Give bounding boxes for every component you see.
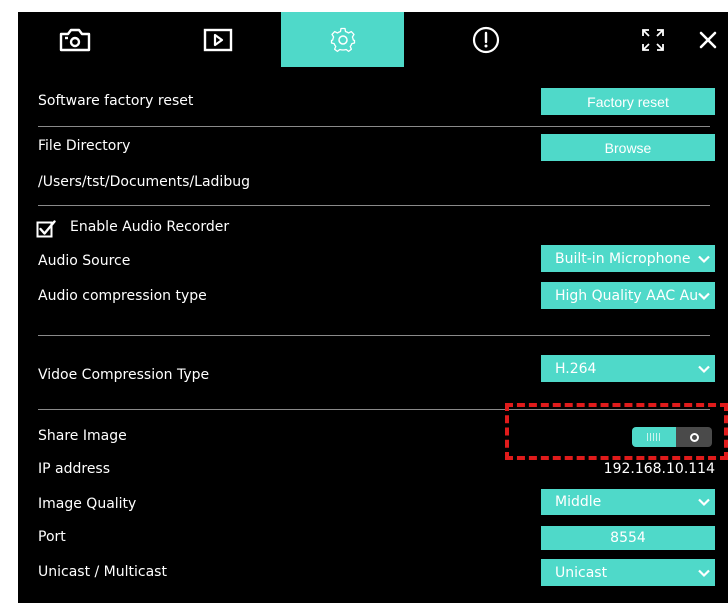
- off-ring-icon: [689, 432, 699, 442]
- fullscreen-button[interactable]: [633, 12, 673, 67]
- audio-compression-select[interactable]: High Quality AAC Au: [541, 282, 715, 309]
- divider: [38, 409, 710, 410]
- close-button[interactable]: [690, 12, 726, 67]
- audio-compression-label: Audio compression type: [38, 288, 207, 304]
- video-compression-select[interactable]: H.264: [541, 355, 715, 382]
- chevron-down-icon: [698, 498, 710, 507]
- video-compression-value: H.264: [555, 360, 597, 377]
- settings-panel: Software factory reset Factory reset Fil…: [18, 12, 728, 603]
- alert-icon: [472, 26, 500, 53]
- ip-address-label: IP address: [38, 461, 111, 477]
- factory-reset-button[interactable]: Factory reset: [541, 88, 715, 115]
- image-quality-label: Image Quality: [38, 496, 137, 512]
- grip-icon: [647, 433, 661, 441]
- tab-bar: [18, 12, 728, 67]
- cast-mode-select[interactable]: Unicast: [541, 559, 715, 586]
- toggle-off-segment: [676, 427, 712, 447]
- toggle-on-segment: [632, 427, 676, 447]
- factory-reset-label: Software factory reset: [38, 93, 194, 109]
- tab-camera[interactable]: [40, 12, 110, 67]
- file-directory-label: File Directory: [38, 138, 131, 154]
- audio-recorder-label: Enable Audio Recorder: [70, 219, 230, 235]
- port-label: Port: [38, 529, 66, 545]
- image-quality-select[interactable]: Middle: [541, 489, 715, 515]
- image-quality-value: Middle: [555, 494, 602, 510]
- chevron-down-icon: [698, 292, 710, 300]
- ip-address-value: 192.168.10.114: [603, 461, 715, 477]
- audio-recorder-checkbox[interactable]: [36, 219, 56, 239]
- browse-button[interactable]: Browse: [541, 134, 715, 161]
- tab-playback[interactable]: [183, 12, 253, 67]
- divider: [38, 335, 710, 336]
- file-directory-path: /Users/tst/Documents/Ladibug: [38, 174, 250, 190]
- chevron-down-icon: [698, 569, 710, 577]
- chevron-down-icon: [698, 255, 710, 263]
- chevron-down-icon: [698, 365, 710, 373]
- tab-settings[interactable]: [281, 12, 404, 67]
- cast-mode-label: Unicast / Multicast: [38, 564, 167, 580]
- divider: [38, 205, 710, 206]
- divider: [38, 126, 710, 127]
- fullscreen-icon: [642, 28, 664, 51]
- audio-compression-value: High Quality AAC Au: [555, 287, 697, 304]
- cast-mode-value: Unicast: [555, 564, 608, 581]
- video-compression-label: Vidoe Compression Type: [38, 367, 210, 383]
- share-image-toggle[interactable]: [632, 427, 712, 447]
- camera-icon: [59, 28, 91, 51]
- tab-info[interactable]: [461, 12, 511, 67]
- gear-icon: [330, 27, 355, 52]
- audio-source-select[interactable]: Built-in Microphone: [541, 245, 715, 272]
- audio-source-label: Audio Source: [38, 253, 131, 269]
- share-image-label: Share Image: [38, 428, 127, 444]
- play-icon: [203, 28, 233, 51]
- close-icon: [699, 31, 717, 48]
- audio-source-value: Built-in Microphone: [555, 250, 691, 267]
- port-input[interactable]: 8554: [541, 526, 715, 550]
